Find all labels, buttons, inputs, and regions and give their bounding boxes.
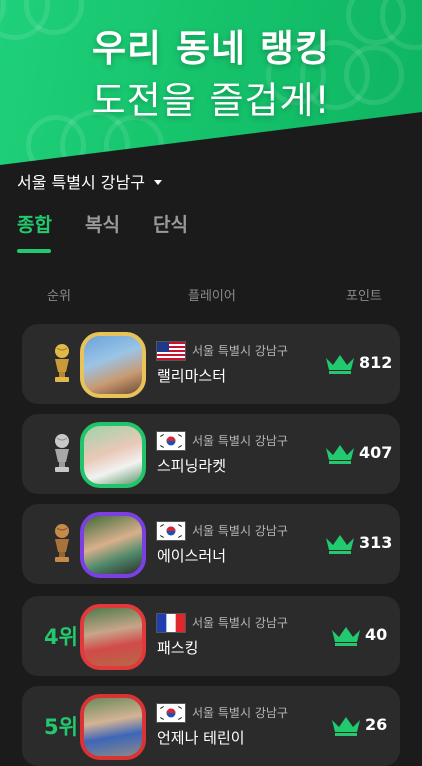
promo-banner: 우리 동네 랭킹 도전을 즐겁게! xyxy=(0,0,422,165)
ranking-row[interactable]: 서울 특별시 강남구 에이스러너 313 xyxy=(22,504,400,584)
player-region: 서울 특별시 강남구 xyxy=(192,344,288,358)
kr-flag-icon xyxy=(156,431,186,451)
player-points: 40 xyxy=(365,625,388,644)
player-region: 서울 특별시 강남구 xyxy=(192,706,288,720)
kr-flag-icon xyxy=(156,521,186,541)
crown-icon xyxy=(332,717,360,736)
player-name: 스피닝라켓 xyxy=(157,457,227,475)
column-header-player: 플레이어 xyxy=(188,289,236,304)
player-name: 언제나 테린이 xyxy=(157,729,245,747)
active-tab-indicator xyxy=(17,249,51,253)
location-selector[interactable]: 서울 특별시 강남구 xyxy=(17,170,162,192)
player-points: 812 xyxy=(359,353,393,372)
avatar xyxy=(80,604,146,670)
ranking-row[interactable]: 4위 서울 특별시 강남구 패스킹 40 xyxy=(22,596,400,676)
location-label: 서울 특별시 강남구 xyxy=(17,173,145,192)
crown-icon xyxy=(326,535,354,554)
gold-trophy-icon xyxy=(55,344,69,382)
player-region: 서울 특별시 강남구 xyxy=(192,524,288,538)
crown-icon xyxy=(332,627,360,646)
banner-headline: 우리 동네 랭킹 xyxy=(91,27,330,70)
crown-icon xyxy=(326,355,354,374)
bronze-trophy-icon xyxy=(55,524,69,562)
tab-overall[interactable]: 종합 xyxy=(17,210,52,237)
caret-down-icon xyxy=(153,179,162,185)
avatar xyxy=(80,512,146,578)
crown-icon xyxy=(326,445,354,464)
ranking-tabs: 종합 복식 단식 xyxy=(0,208,422,256)
player-points: 313 xyxy=(359,533,393,552)
silver-trophy-icon xyxy=(55,434,69,472)
avatar xyxy=(80,694,146,760)
player-name: 패스킹 xyxy=(157,639,199,657)
player-name: 랠리마스터 xyxy=(157,367,227,385)
player-points: 26 xyxy=(365,715,388,734)
banner-subheadline: 도전을 즐겁게! xyxy=(91,79,331,122)
player-region: 서울 특별시 강남구 xyxy=(192,434,288,448)
rank-label: 4위 xyxy=(44,625,78,649)
player-points: 407 xyxy=(359,443,393,462)
player-name: 에이스러너 xyxy=(157,547,227,565)
ranking-row[interactable]: 서울 특별시 강남구 랠리마스터 812 xyxy=(22,324,400,404)
column-header-rank: 순위 xyxy=(47,289,71,304)
player-region: 서울 특별시 강남구 xyxy=(192,616,288,630)
fr-flag-icon xyxy=(156,613,186,633)
avatar xyxy=(80,332,146,398)
column-header-points: 포인트 xyxy=(346,289,382,304)
ranking-row[interactable]: 5위 서울 특별시 강남구 언제나 테린이 26 xyxy=(22,686,400,766)
kr-flag-icon xyxy=(156,703,186,723)
tab-singles[interactable]: 단식 xyxy=(153,210,188,237)
rank-label: 5위 xyxy=(44,715,78,739)
tab-doubles[interactable]: 복식 xyxy=(85,210,120,237)
us-flag-icon xyxy=(156,341,186,361)
ranking-row[interactable]: 서울 특별시 강남구 스피닝라켓 407 xyxy=(22,414,400,494)
avatar xyxy=(80,422,146,488)
